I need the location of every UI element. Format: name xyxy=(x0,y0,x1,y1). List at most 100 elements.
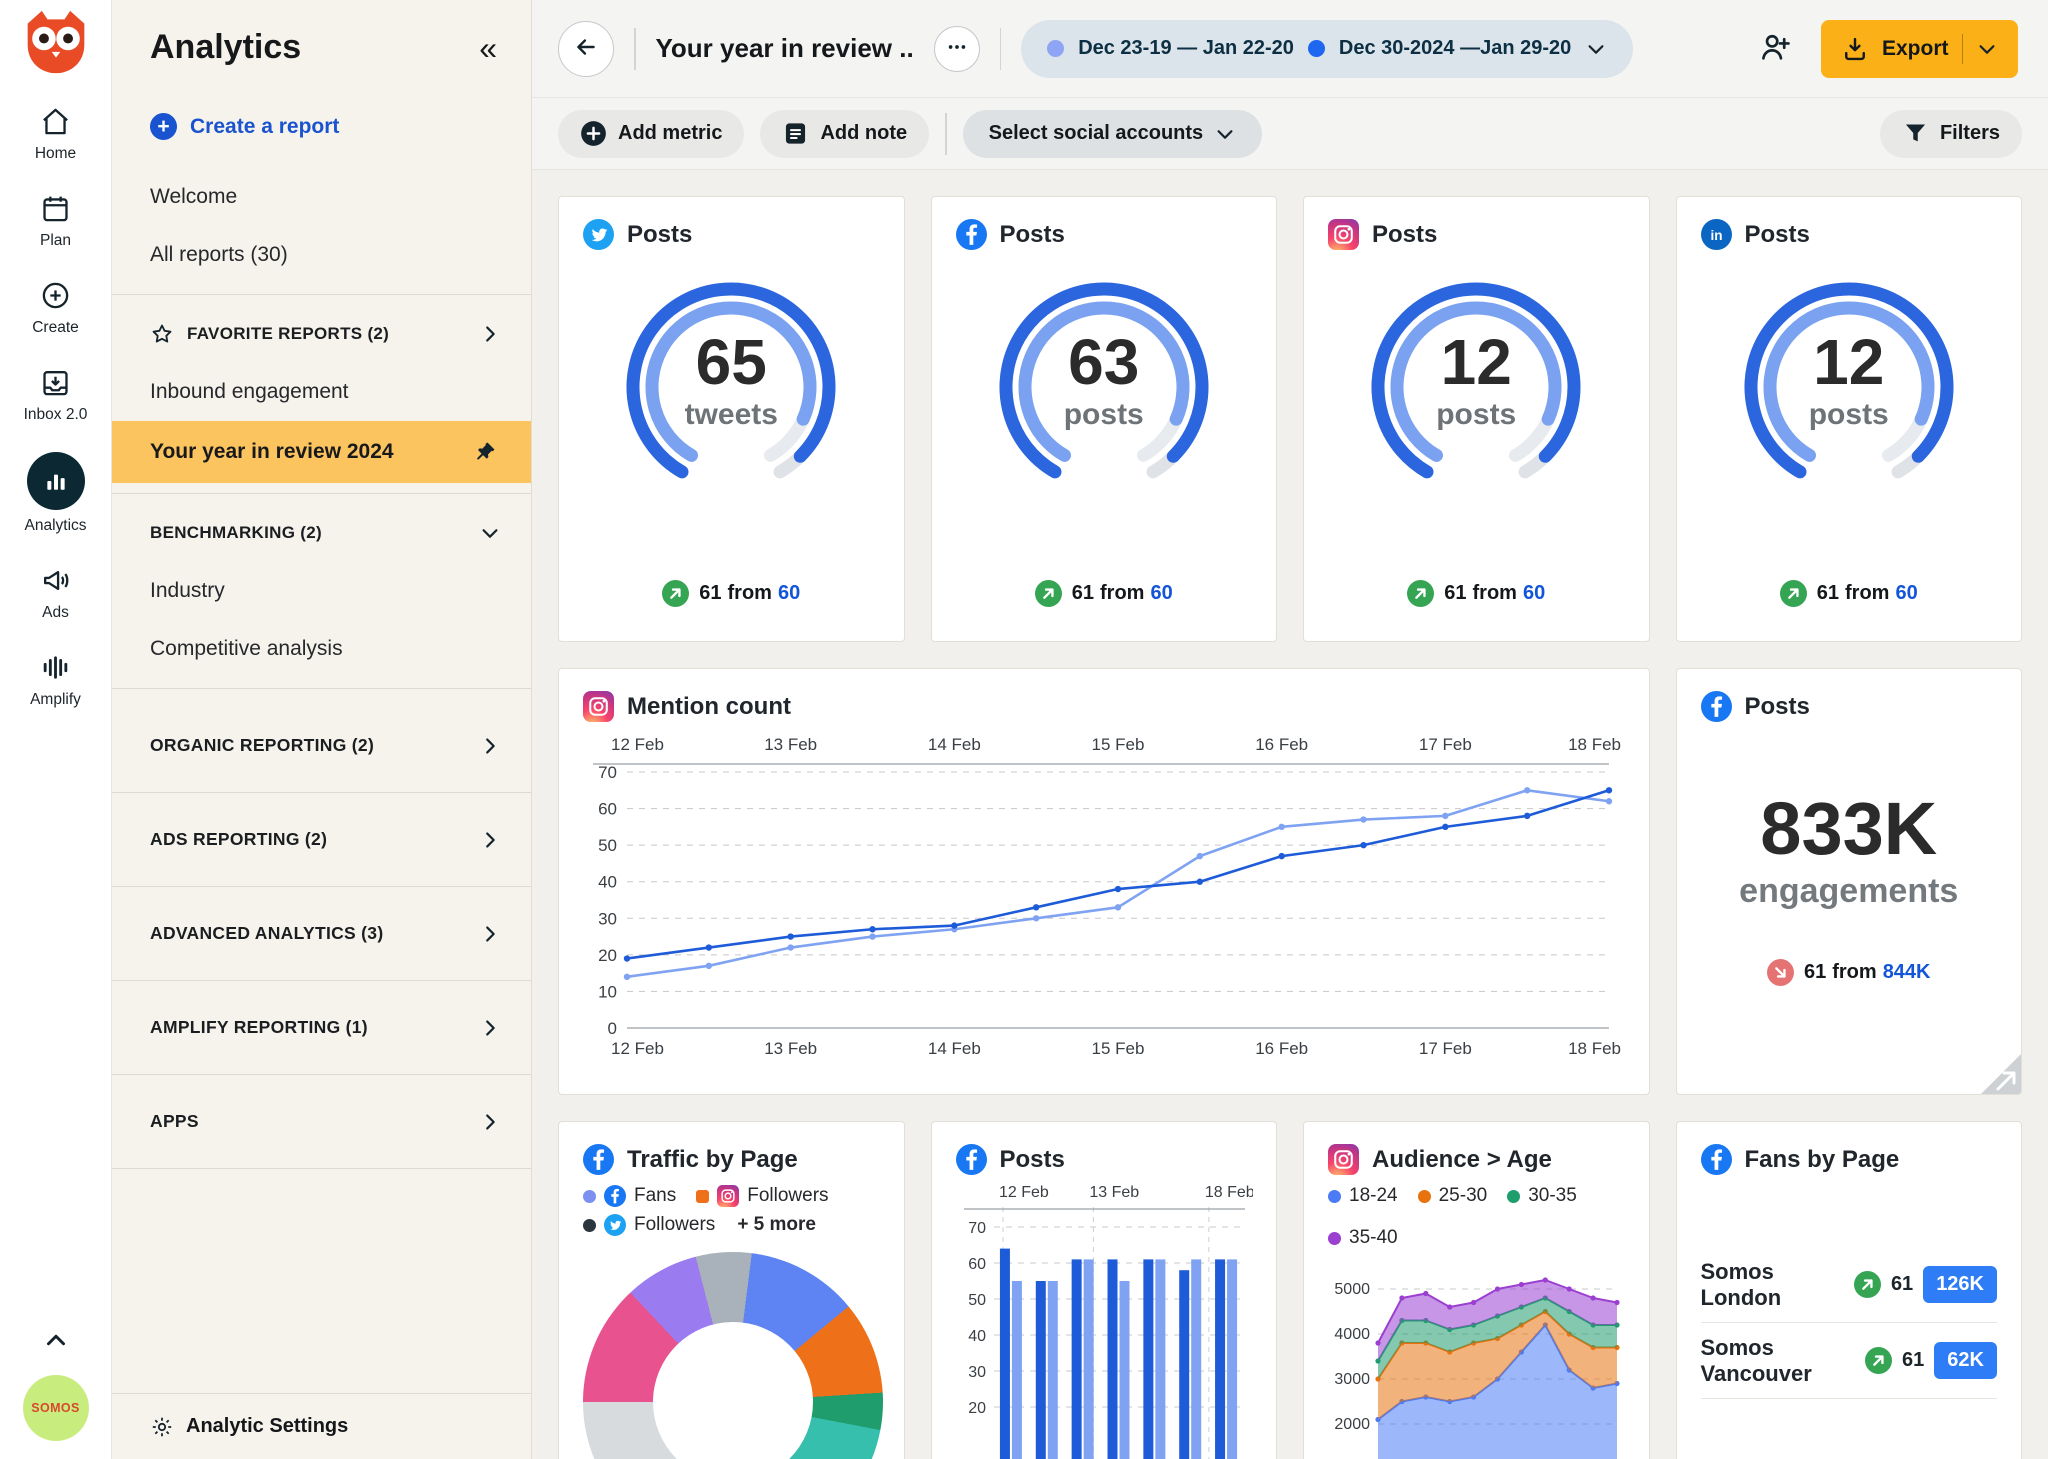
sidebar-item-inbound-engagement[interactable]: Inbound engagement xyxy=(112,363,531,421)
add-metric-button[interactable]: Add metric xyxy=(558,110,744,158)
rail-bottom: SOMOS xyxy=(23,1325,89,1441)
nav-home[interactable]: Home xyxy=(35,104,76,163)
fans-by-page-card[interactable]: Fans by Page Somos London 61 126K Somos … xyxy=(1676,1121,2023,1459)
metric-value: 65 xyxy=(600,330,862,394)
svg-text:30: 30 xyxy=(968,1364,986,1381)
inbound-engagement-label: Inbound engagement xyxy=(150,380,349,404)
back-button[interactable] xyxy=(558,21,614,77)
baseline-link[interactable]: 60 xyxy=(1895,582,1917,605)
card-header: Audience > Age xyxy=(1328,1144,1625,1175)
chevron-up-icon[interactable] xyxy=(41,1325,71,1355)
card-title: Posts xyxy=(1000,1146,1065,1174)
gauge-chart: 65 tweets xyxy=(600,274,862,482)
date-range-selector[interactable]: Dec 23-19 — Jan 22-20 Dec 30-2024 —Jan 2… xyxy=(1021,20,1633,78)
legend-dot xyxy=(583,1219,596,1232)
report-toolbar: Add metric Add note Select social accoun… xyxy=(532,98,2048,170)
facebook-icon xyxy=(956,1144,987,1175)
sidebar-item-industry[interactable]: Industry xyxy=(112,562,531,620)
engagements-card[interactable]: Posts 833K engagements 61from844K xyxy=(1676,668,2023,1095)
equalizer-icon xyxy=(38,650,72,684)
gauge-card-linkedin-posts[interactable]: in Posts 12 posts 61from60 xyxy=(1676,196,2023,642)
add-note-button[interactable]: Add note xyxy=(760,110,929,158)
organic-reporting-label: ORGANIC REPORTING (2) xyxy=(150,735,374,756)
card-title: Posts xyxy=(1745,693,1810,721)
delta-indicator: 61from60 xyxy=(583,580,880,607)
favorite-reports-header[interactable]: FAVORITE REPORTS (2) xyxy=(112,305,531,363)
gauge-chart: 12 posts xyxy=(1345,274,1607,482)
facebook-icon xyxy=(583,1144,614,1175)
filters-label: Filters xyxy=(1940,122,2000,145)
nav-analytics-label: Analytics xyxy=(24,517,86,535)
svg-text:17 Feb: 17 Feb xyxy=(1419,735,1472,754)
gauge-card-twitter-posts[interactable]: Posts 65 tweets 61from60 xyxy=(558,196,905,642)
sidebar-section-organic-reporting[interactable]: ORGANIC REPORTING (2) xyxy=(112,699,531,793)
chevron-down-icon xyxy=(1214,123,1236,145)
gauge-chart: 12 posts xyxy=(1718,274,1980,482)
sidebar-section-amplify-reporting[interactable]: AMPLIFY REPORTING (1) xyxy=(112,981,531,1075)
nav-plan[interactable]: Plan xyxy=(39,191,73,250)
fans-count-badge: 62K xyxy=(1934,1342,1997,1379)
traffic-by-page-card[interactable]: Traffic by Page Fans Followers xyxy=(558,1121,905,1459)
sidebar-item-all-reports[interactable]: All reports (30) xyxy=(112,226,531,284)
instagram-icon xyxy=(1328,1144,1359,1175)
fans-row-somos-london[interactable]: Somos London 61 126K xyxy=(1701,1247,1998,1323)
legend-more-label[interactable]: + 5 more xyxy=(737,1214,816,1236)
svg-text:10: 10 xyxy=(598,982,617,1001)
nav-amplify[interactable]: Amplify xyxy=(30,650,81,709)
nav-inbox[interactable]: Inbox 2.0 xyxy=(24,365,88,424)
filters-button[interactable]: Filters xyxy=(1880,110,2022,158)
create-report-link[interactable]: + Create a report xyxy=(150,113,493,140)
nav-ads[interactable]: Ads xyxy=(39,563,73,622)
card-title: Fans by Page xyxy=(1745,1146,1900,1174)
select-social-accounts-dropdown[interactable]: Select social accounts xyxy=(963,110,1263,158)
report-canvas: Posts 65 tweets 61from60 Posts xyxy=(532,170,2048,1459)
baseline-link[interactable]: 60 xyxy=(778,582,800,605)
baseline-link[interactable]: 60 xyxy=(1523,582,1545,605)
share-report-button[interactable] xyxy=(1755,29,1795,69)
resize-handle[interactable] xyxy=(1981,1054,2021,1094)
pin-icon[interactable] xyxy=(473,440,497,464)
baseline-link[interactable]: 844K xyxy=(1883,961,1931,984)
gauge-card-facebook-posts[interactable]: Posts 63 posts 61from60 xyxy=(931,196,1278,642)
nav-plan-label: Plan xyxy=(40,232,71,250)
hootsuite-logo[interactable] xyxy=(22,8,90,76)
gear-icon xyxy=(150,1415,174,1439)
person-add-icon xyxy=(1758,52,1792,67)
baseline-link[interactable]: 60 xyxy=(1150,582,1172,605)
divider xyxy=(112,688,531,689)
sidebar-collapse-button[interactable]: « xyxy=(479,32,497,64)
chevron-right-icon xyxy=(479,1017,501,1039)
nav-create[interactable]: Create xyxy=(32,278,79,337)
audience-age-card[interactable]: Audience > Age 18-24 25-30 30-35 35-40 5… xyxy=(1303,1121,1650,1459)
benchmarking-header[interactable]: BENCHMARKING (2) xyxy=(112,504,531,562)
card-title: Mention count xyxy=(627,693,791,721)
svg-text:3000: 3000 xyxy=(1334,1371,1370,1388)
facebook-icon xyxy=(604,1185,626,1207)
gauge-card-instagram-posts[interactable]: Posts 12 posts 61from60 xyxy=(1303,196,1650,642)
metric-value: 833K xyxy=(1701,792,1998,866)
card-header: Fans by Page xyxy=(1701,1144,1998,1175)
sidebar-section-advanced-analytics[interactable]: ADVANCED ANALYTICS (3) xyxy=(112,887,531,981)
sidebar-section-apps[interactable]: APPS xyxy=(112,1075,531,1169)
sidebar-section-ads-reporting[interactable]: ADS REPORTING (2) xyxy=(112,793,531,887)
posts-bar-card[interactable]: Posts 12 Feb13 Feb18 Feb706050403020 xyxy=(931,1121,1278,1459)
svg-text:60: 60 xyxy=(968,1256,986,1273)
favorite-reports-label: FAVORITE REPORTS (2) xyxy=(187,324,389,344)
sidebar-item-year-in-review[interactable]: Your year in review 2024 xyxy=(112,421,531,483)
more-options-button[interactable] xyxy=(934,26,980,72)
gauge-center: 12 posts xyxy=(1718,330,1980,432)
analytic-settings-link[interactable]: Analytic Settings xyxy=(112,1393,531,1459)
plus-circle-icon xyxy=(580,120,607,147)
fans-row-somos-vancouver[interactable]: Somos Vancouver 61 62K xyxy=(1701,1323,1998,1399)
sidebar-item-competitive-analysis[interactable]: Competitive analysis xyxy=(112,620,531,678)
plus-circle-icon xyxy=(39,278,73,312)
divider xyxy=(112,294,531,295)
mention-count-card[interactable]: Mention count 12 Feb12 Feb13 Feb13 Feb14… xyxy=(558,668,1650,1095)
export-button[interactable]: Export xyxy=(1821,20,2018,78)
export-label: Export xyxy=(1882,37,1949,61)
nav-analytics-active[interactable]: Analytics xyxy=(24,452,86,535)
delta-indicator: 61from844K xyxy=(1701,959,1998,986)
sidebar-item-welcome[interactable]: Welcome xyxy=(112,168,531,226)
user-avatar[interactable]: SOMOS xyxy=(23,1375,89,1441)
from-word: from xyxy=(1100,582,1144,605)
